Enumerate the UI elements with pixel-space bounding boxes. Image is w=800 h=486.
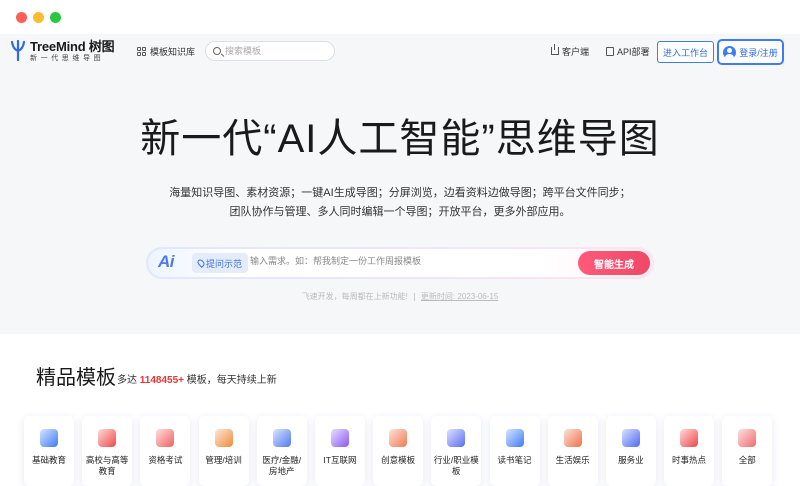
client-label: 客户端 [562,46,590,57]
category-list: 基础教育 高校与高等教育 资格考试 管理/培训 医疗/金融/房地产 IT互联网 创意模板 行业… [24,416,780,486]
category-label: 行业/职业模板 [433,455,479,476]
document-icon [606,46,614,56]
user-avatar-icon [723,45,737,59]
window-titlebar [0,0,800,34]
template-library-label: 模板知识库 [150,47,196,57]
login-register-button[interactable]: 登录/注册 [717,39,784,65]
grid-icon [137,47,146,56]
top-navbar: TreeMind 树图 新一代思维导图 模板知识库 客户端 API部署 进入工作… [0,34,800,70]
example-prompt-label: 提问示范 [206,258,243,269]
category-card[interactable]: 行业/职业模板 [431,416,482,486]
download-icon [551,44,559,55]
category-label: 管理/培训 [205,455,242,465]
category-card[interactable]: 医疗/金融/房地产 [256,416,307,486]
login-label: 登录/注册 [739,47,778,58]
graduation-cap-icon [98,429,117,447]
category-card[interactable]: 服务业 [605,416,656,486]
book-icon [40,429,58,447]
category-card[interactable]: 全部 [722,416,773,486]
search-input[interactable] [225,46,325,56]
flame-icon [680,429,699,447]
api-deploy-link[interactable]: API部署 [606,41,650,61]
category-card[interactable]: 生活娱乐 [547,416,598,486]
ai-prompt-bar: Ai 提问示范 智能生成 [146,247,654,279]
hero-desc-line-2: 团队协作与管理、多人同时编辑一个导图；开放平台，更多外部应用。 [229,206,571,218]
category-card[interactable]: 读书笔记 [489,416,540,486]
brand-tagline: 新一代思维导图 [30,55,105,62]
category-card[interactable]: 高校与高等教育 [82,416,133,486]
search-box[interactable] [205,41,335,61]
category-card[interactable]: 管理/培训 [198,416,249,486]
minimize-window-button[interactable] [33,12,44,23]
building-icon [272,429,291,447]
templates-count-text: 多达 1148455+ 模板，每天持续上新 [117,371,277,386]
brand-name: TreeMind 树图 [30,39,115,54]
category-label: 资格考试 [148,455,183,465]
update-note-text: 飞速开发，每周都在上新功能! [301,292,408,301]
category-label: 服务业 [618,455,644,465]
category-label: IT互联网 [323,455,357,465]
tree-logo-icon [10,39,26,61]
presentation-icon [214,429,233,447]
gamepad-icon [563,429,582,447]
category-label: 时事热点 [672,455,707,465]
search-icon [213,47,221,55]
hero-description: 海量知识导图、素材资源；一键AI生成导图；分屏浏览，边看资料边做导图；跨平台文件… [0,184,800,222]
category-label: 高校与高等教育 [85,455,129,476]
category-card[interactable]: 时事热点 [664,416,715,486]
category-label: 生活娱乐 [555,455,590,465]
certificate-icon [156,429,175,447]
category-card[interactable]: 资格考试 [140,416,191,486]
count-suffix: 模板，每天持续上新 [186,375,277,386]
enter-workspace-button[interactable]: 进入工作台 [657,41,714,63]
api-label: API部署 [617,46,650,57]
category-label: 全部 [738,455,756,465]
category-label: 创意模板 [381,455,416,465]
category-card[interactable]: IT互联网 [314,416,365,486]
category-card[interactable]: 基础教育 [24,416,74,486]
close-window-button[interactable] [16,12,27,23]
briefcase-icon [447,429,466,447]
ai-prompt-input[interactable] [250,256,550,266]
update-note: 飞速开发，每周都在上新功能! 更新时间: 2023-06-15 [0,291,800,302]
template-count: 1148455+ [139,375,184,386]
template-library-link[interactable]: 模板知识库 [137,45,195,58]
badge-icon [621,429,640,447]
hero-headline: 新一代“AI人工智能”思维导图 [140,117,660,161]
hero-desc-line-1: 海量知识导图、素材资源；一键AI生成导图；分屏浏览，边看资料边做导图；跨平台文件… [169,187,631,199]
lightbulb-icon [389,429,408,447]
category-card[interactable]: 创意模板 [373,416,424,486]
brand-logo[interactable]: TreeMind 树图 新一代思维导图 [10,39,115,63]
templates-section-title: 精品模板 [36,367,116,389]
location-pin-icon [196,258,206,268]
ai-logo-icon: Ai [158,252,175,271]
example-prompt-button[interactable]: 提问示范 [192,253,249,273]
count-prefix: 多达 [117,375,137,386]
apps-icon [738,429,757,447]
maximize-window-button[interactable] [50,12,61,23]
client-download-link[interactable]: 客户端 [551,41,589,61]
category-label: 读书笔记 [497,455,532,465]
category-label: 基础教育 [31,455,66,465]
notebook-icon [505,429,524,447]
smart-generate-button[interactable]: 智能生成 [578,251,650,275]
category-label: 医疗/金融/房地产 [262,455,302,476]
update-date-link[interactable]: 更新时间: 2023-06-15 [421,292,498,301]
planet-icon [330,429,349,447]
